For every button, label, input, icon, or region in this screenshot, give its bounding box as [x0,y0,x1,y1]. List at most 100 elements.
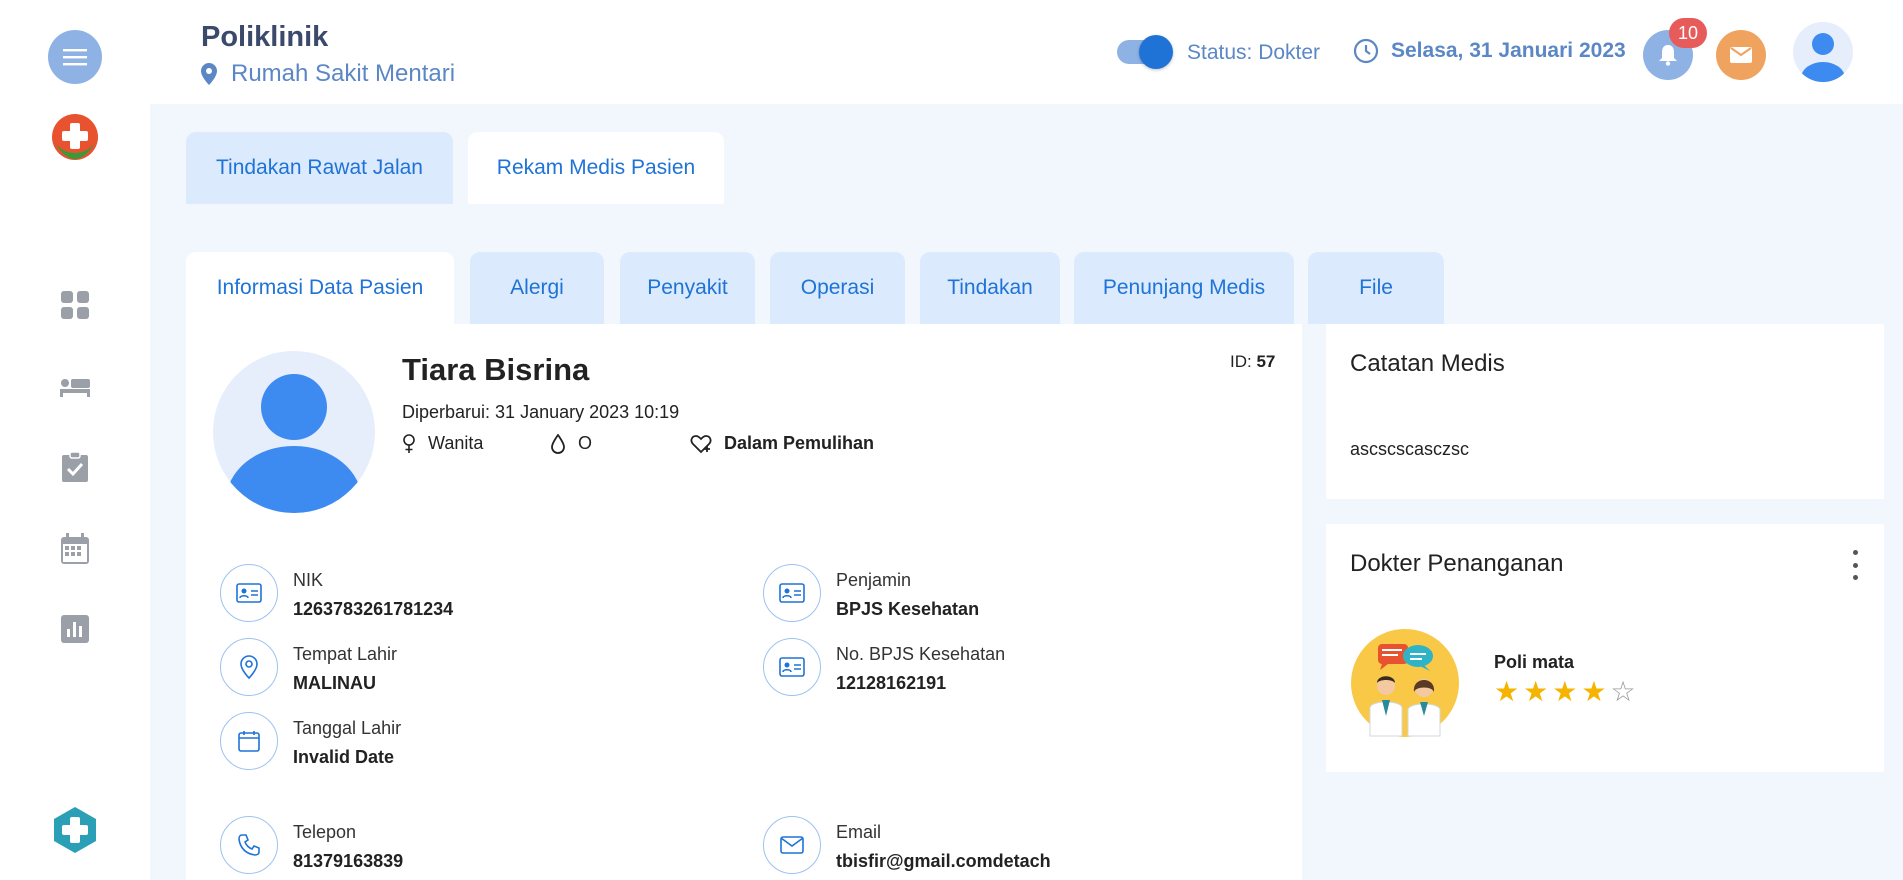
no-bpjs-value: 12128162191 [836,673,947,693]
id-card-icon [220,564,278,622]
medical-cross-icon [54,807,96,853]
patient-gender: Wanita [402,433,483,454]
bell-icon [1659,45,1677,66]
mail-outline-icon [763,816,821,874]
user-avatar-icon [1801,33,1845,82]
bpjs-card-icon [763,638,821,696]
patient-id-value: 57 [1256,352,1276,371]
dashboard-icon [61,291,89,319]
location-pin-icon [220,638,278,696]
doctor-card-title: Dokter Penanganan [1350,550,1564,577]
female-icon [403,433,415,453]
email-value: tbisfir@gmail.comdetach [836,851,1051,871]
tempat-lahir-label: Tempat Lahir [293,644,398,664]
more-options-button[interactable] [1848,550,1862,580]
clock-icon [1353,38,1379,64]
patient-id-label: ID: [1230,352,1252,371]
clipboard-check-icon [62,451,88,482]
field-penjamin: Penjamin BPJS Kesehatan [763,564,979,622]
menu-button[interactable] [48,30,102,84]
star-icon: ★ [1552,676,1578,707]
star-icon: ★ [1494,676,1520,707]
nik-value: 1263783261781234 [293,599,454,619]
telepon-label: Telepon [293,822,357,842]
tempat-lahir-value: MALINAU [293,673,376,693]
doctor-rating: ★ ★ ★ ★ ☆ [1494,678,1636,706]
patient-blood-type: O [550,433,592,454]
patient-condition: Dalam Pemulihan [690,433,874,454]
email-label: Email [836,822,882,842]
tab-informasi-data-pasien[interactable]: Informasi Data Pasien [186,252,454,324]
star-icon: ★ [1581,676,1607,707]
tab-tindakan[interactable]: Tindakan [920,252,1060,324]
nav-report[interactable] [57,611,93,647]
tab-penunjang-medis[interactable]: Penunjang Medis [1074,252,1294,324]
telepon-value: 81379163839 [293,851,404,871]
hospital-location: Rumah Sakit Mentari [201,60,455,88]
status-toggle[interactable] [1117,35,1173,69]
date-text: Selasa, 31 Januari 2023 [1391,39,1626,62]
mail-icon [1730,47,1752,63]
mail-button[interactable] [1716,30,1766,80]
patient-info-card: Tiara Bisrina Diperbarui: 31 January 202… [186,324,1302,880]
heart-plus-icon [690,434,712,453]
gender-text: Wanita [428,433,484,453]
notes-title: Catatan Medis [1350,350,1505,377]
patient-avatar [213,351,375,513]
no-bpjs-label: No. BPJS Kesehatan [836,644,1006,664]
tab-file[interactable]: File [1308,252,1444,324]
menu-icon [63,49,87,66]
field-email: Email tbisfir@gmail.comdetach [763,816,1051,874]
condition-text: Dalam Pemulihan [724,433,875,453]
top-header: Poliklinik Rumah Sakit Mentari Status: D… [150,0,1903,104]
tanggal-lahir-value: Invalid Date [293,747,395,767]
patient-name: Tiara Bisrina [402,352,590,387]
field-telepon: Telepon 81379163839 [220,816,403,874]
medical-notes-card: Catatan Medis ascscscasczsc [1326,324,1884,499]
doctors-illustration-icon [1351,629,1459,737]
tab-operasi[interactable]: Operasi [770,252,905,324]
insurance-card-icon [763,564,821,622]
field-no-bpjs: No. BPJS Kesehatan 12128162191 [763,638,1005,696]
penjamin-label: Penjamin [836,570,912,590]
blood-type-text: O [578,433,593,453]
user-avatar[interactable] [1793,22,1853,82]
page-title: Poliklinik [201,21,329,53]
bottom-logo[interactable] [48,803,102,857]
field-nik: NIK 1263783261781234 [220,564,453,622]
nav-dashboard[interactable] [57,287,93,323]
chart-icon [61,615,89,643]
tab-penyakit[interactable]: Penyakit [620,252,755,324]
hospital-logo[interactable] [48,110,102,164]
blood-drop-icon [551,433,565,454]
patient-updated: Diperbarui: 31 January 2023 10:19 [402,402,680,422]
bed-icon [60,379,90,397]
date-display: Selasa, 31 Januari 2023 [1353,38,1626,64]
star-empty-icon: ☆ [1610,676,1636,707]
field-tempat-lahir: Tempat Lahir MALINAU [220,638,397,696]
tab-rekam-medis-pasien[interactable]: Rekam Medis Pasien [468,132,724,204]
calendar-icon [61,533,89,564]
poli-name: Poli mata [1494,652,1575,672]
tab-alergi[interactable]: Alergi [470,252,604,324]
sidebar [0,0,150,880]
doctor-card: Dokter Penanganan Poli mata ★ ★ ★ ★ ☆ [1326,524,1884,772]
nik-label: NIK [293,570,324,590]
location-text: Rumah Sakit Mentari [231,60,456,87]
penjamin-value: BPJS Kesehatan [836,599,980,619]
status-label: Status: Dokter [1187,41,1321,64]
tab-tindakan-rawat-jalan[interactable]: Tindakan Rawat Jalan [186,132,453,204]
field-tanggal-lahir: Tanggal Lahir Invalid Date [220,712,401,770]
patient-avatar-icon [226,374,362,513]
calendar-icon [220,712,278,770]
nav-clipboard[interactable] [57,449,93,485]
star-icon: ★ [1523,676,1549,707]
phone-icon [220,816,278,874]
tanggal-lahir-label: Tanggal Lahir [293,718,402,738]
notification-badge: 10 [1669,18,1707,48]
nav-bed[interactable] [57,369,93,405]
hospital-logo-icon [52,114,98,160]
location-pin-icon [201,63,217,85]
patient-id: ID: 57 [1230,352,1275,372]
nav-calendar[interactable] [57,531,93,567]
